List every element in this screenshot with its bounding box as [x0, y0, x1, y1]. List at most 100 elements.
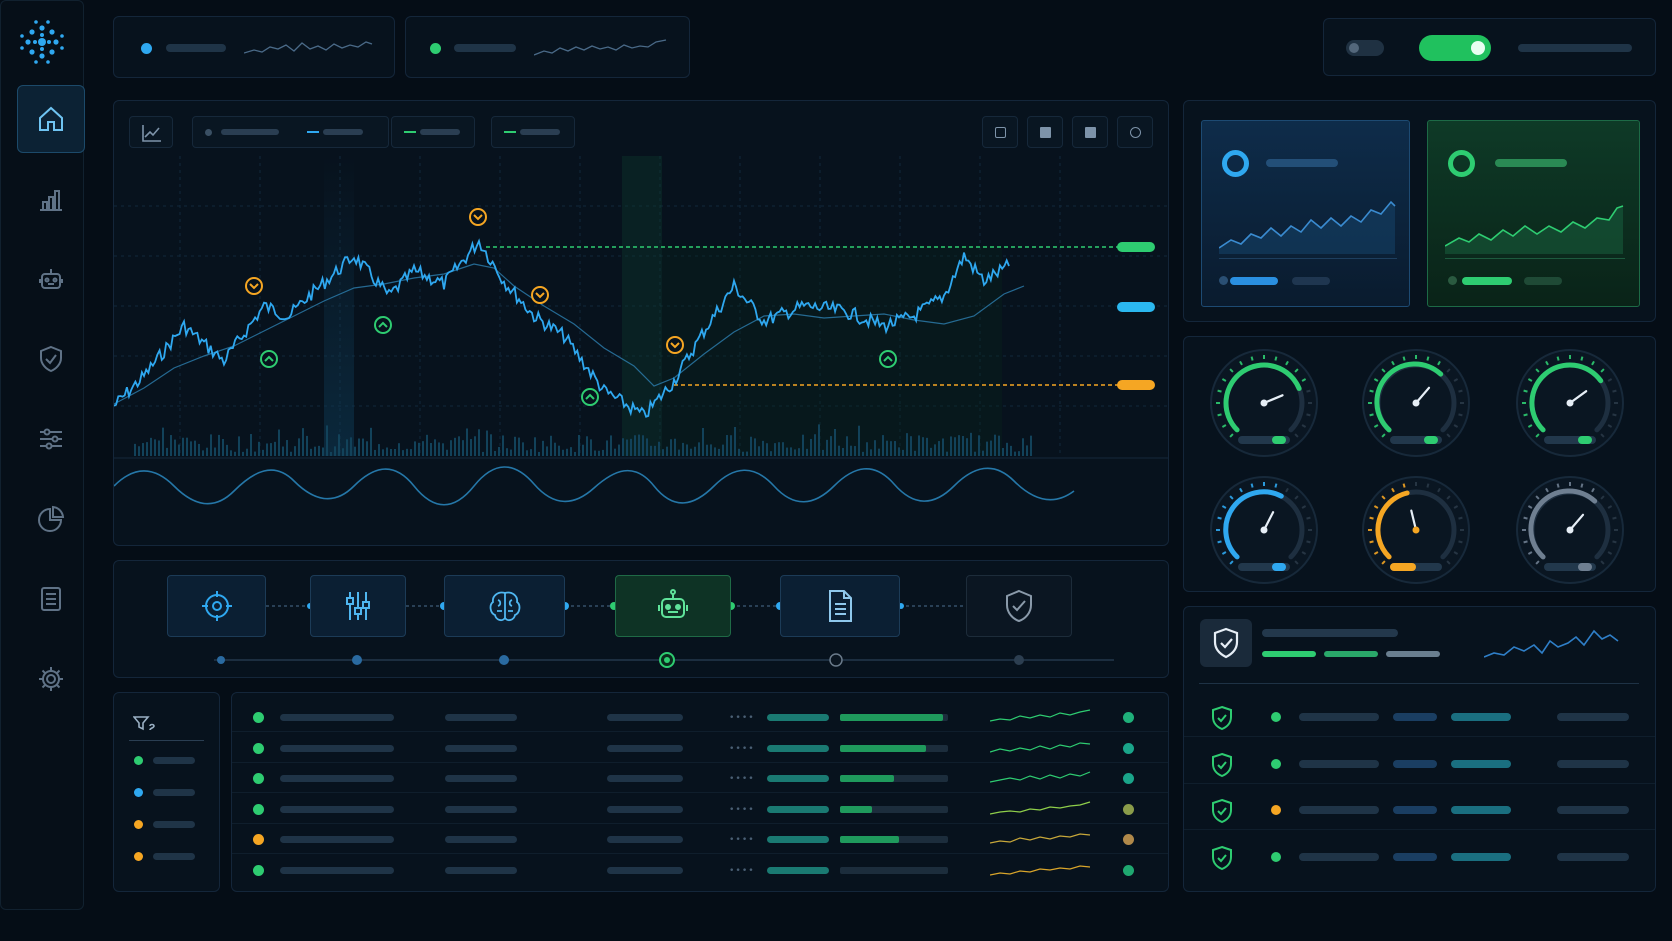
nav-home[interactable]	[17, 85, 85, 153]
nav-settings[interactable]	[17, 645, 85, 713]
view-square-outline-button[interactable]	[982, 116, 1018, 148]
gauge[interactable]	[1360, 474, 1472, 586]
row-status-dot	[253, 773, 264, 784]
volume-bar	[1014, 451, 1016, 456]
step-security[interactable]	[966, 575, 1072, 637]
nav-analytics[interactable]	[17, 165, 85, 233]
volume-bar	[330, 451, 332, 456]
step-model[interactable]	[444, 575, 565, 637]
volume-bar	[746, 451, 748, 456]
pie-chart-icon	[38, 505, 65, 532]
filter-status-dot[interactable]	[134, 756, 143, 765]
step-target[interactable]	[167, 575, 266, 637]
volume-bar	[262, 449, 264, 456]
volume-bar	[514, 436, 516, 456]
view-circle-button[interactable]	[1117, 116, 1153, 148]
nav-bots[interactable]	[17, 245, 85, 313]
volume-bar	[894, 441, 896, 456]
volume-bar	[178, 444, 180, 456]
volume-bar	[142, 443, 144, 456]
level-tag-orange	[1117, 380, 1155, 390]
row-progress-track	[840, 744, 948, 752]
volume-bar	[442, 443, 444, 456]
volume-bar	[982, 450, 984, 456]
gauge[interactable]	[1514, 347, 1626, 459]
volume-bar	[334, 446, 336, 456]
view-square-filled-button-2[interactable]	[1072, 116, 1108, 148]
bar-chart-icon	[40, 190, 62, 211]
filter-status-dot[interactable]	[134, 788, 143, 797]
volume-bar	[910, 436, 912, 456]
nav-security[interactable]	[17, 325, 85, 393]
sliders-icon	[40, 428, 62, 450]
security-row[interactable]	[1184, 697, 1655, 737]
volume-bar	[306, 435, 308, 456]
gauge[interactable]	[1208, 347, 1320, 459]
gauge[interactable]	[1360, 347, 1472, 459]
volume-bar	[282, 446, 284, 456]
volume-bar	[834, 428, 836, 456]
volume-bar	[438, 442, 440, 456]
row-sparkline	[990, 833, 1091, 844]
volume-bar	[618, 444, 620, 456]
security-row[interactable]	[1184, 744, 1655, 784]
toggle-on[interactable]	[1419, 35, 1491, 61]
security-shield-badge[interactable]	[1200, 619, 1252, 667]
volume-bar	[222, 438, 224, 456]
toggle-off[interactable]	[1346, 40, 1384, 56]
stat-card-blue[interactable]	[1201, 120, 1410, 307]
row-sparkline	[990, 741, 1091, 753]
filter-icon[interactable]	[133, 715, 157, 733]
volume-bar	[730, 435, 732, 456]
row-sparkline	[990, 771, 1091, 783]
security-row-status-bar	[1451, 852, 1511, 861]
volume-bar	[938, 441, 940, 456]
volume-bar	[650, 445, 652, 456]
filter-status-dot[interactable]	[134, 820, 143, 829]
table-row[interactable]: ••••	[232, 765, 1168, 793]
chart-type-button[interactable]	[129, 116, 173, 148]
volume-bar	[522, 442, 524, 456]
volume-bar	[570, 447, 572, 456]
step-report[interactable]	[780, 575, 900, 637]
volume-bar	[786, 447, 788, 456]
view-square-filled-button[interactable]	[1027, 116, 1063, 148]
legend-series-1[interactable]	[192, 116, 389, 148]
security-row[interactable]	[1184, 790, 1655, 830]
volume-bar	[414, 441, 416, 456]
volume-bar	[590, 439, 592, 456]
volume-bar	[510, 449, 512, 456]
sliders-icon	[346, 592, 370, 620]
legend-series-3[interactable]	[491, 116, 575, 148]
step-bot[interactable]	[615, 575, 731, 637]
volume-bar	[406, 448, 408, 456]
step-parameters[interactable]	[310, 575, 406, 637]
atom-logo-icon[interactable]	[14, 14, 70, 70]
volume-bar	[790, 447, 792, 456]
row-progress-track	[840, 714, 948, 721]
table-row[interactable]: ••••	[232, 704, 1168, 732]
volume-bar	[994, 434, 996, 456]
legend-series-2[interactable]	[391, 116, 475, 148]
stat-card-green[interactable]	[1427, 120, 1640, 307]
gauge[interactable]	[1208, 474, 1320, 586]
security-row-label	[1299, 713, 1379, 721]
nav-documents[interactable]	[17, 565, 85, 633]
volume-bar	[850, 445, 852, 456]
volume-bar	[734, 427, 736, 456]
gear-icon	[39, 667, 63, 691]
table-row[interactable]: ••••	[232, 826, 1168, 854]
security-row[interactable]	[1184, 837, 1655, 877]
table-row[interactable]: ••••	[232, 796, 1168, 824]
ticker-card-1[interactable]	[113, 16, 395, 78]
nav-reports[interactable]	[17, 485, 85, 553]
gauge[interactable]	[1514, 474, 1626, 586]
nav-controls[interactable]	[17, 405, 85, 473]
ticker-card-2[interactable]	[405, 16, 690, 78]
table-row[interactable]: ••••	[232, 735, 1168, 763]
stat-value-bar	[1462, 277, 1512, 285]
table-row[interactable]: ••••	[232, 857, 1168, 885]
filter-status-dot[interactable]	[134, 852, 143, 861]
shield-check-icon	[40, 345, 62, 373]
row-end-dot	[1123, 712, 1134, 723]
